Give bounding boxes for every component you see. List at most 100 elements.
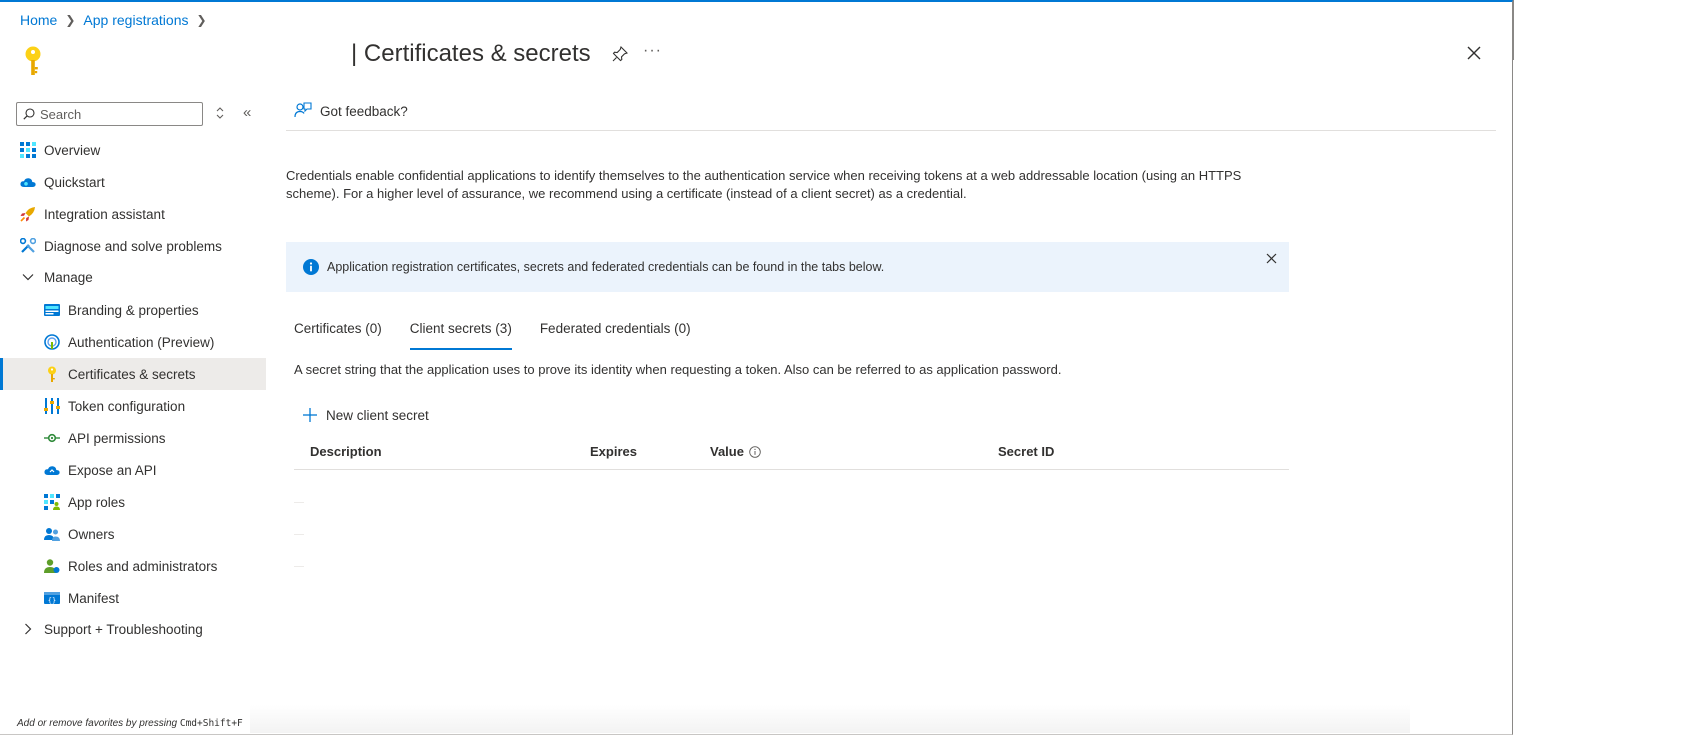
blade-edge	[1513, 0, 1514, 60]
column-header-description[interactable]: Description	[310, 444, 382, 459]
client-secrets-description: A secret string that the application use…	[294, 362, 1062, 377]
sidebar-item-label: Diagnose and solve problems	[44, 238, 222, 254]
credentials-description: Credentials enable confidential applicat…	[286, 168, 1242, 201]
sidebar-item-label: Certificates & secrets	[68, 366, 196, 382]
sidebar-item-diagnose[interactable]: Diagnose and solve problems	[0, 230, 266, 262]
sidebar-item-label: App roles	[68, 494, 126, 510]
close-icon[interactable]	[1266, 253, 1277, 264]
sidebar-item-owners[interactable]: Owners	[0, 518, 266, 550]
close-icon[interactable]	[1467, 46, 1481, 60]
feedback-icon	[294, 102, 312, 118]
roles-admin-icon	[44, 559, 60, 573]
page-title: | Certificates & secrets	[351, 40, 591, 67]
favorites-shortcut: Cmd+Shift+F	[179, 718, 243, 729]
sidebar-item-authentication[interactable]: Authentication (Preview)	[0, 326, 266, 358]
sidebar-item-label: Overview	[44, 142, 101, 158]
sidebar-item-quickstart[interactable]: Quickstart	[0, 166, 266, 198]
info-icon[interactable]	[749, 445, 761, 458]
plus-icon	[303, 408, 317, 422]
sidebar-item-label: API permissions	[68, 430, 166, 446]
app-roles-icon	[44, 494, 60, 510]
feedback-label: Got feedback?	[320, 103, 408, 119]
more-options-icon[interactable]: ···	[643, 42, 662, 60]
table-row	[294, 519, 1289, 551]
chevron-down-icon	[22, 274, 34, 281]
sidebar-group-manage[interactable]: Manage	[0, 261, 266, 293]
row-placeholder	[294, 502, 304, 503]
quickstart-cloud-icon	[20, 178, 36, 187]
chevron-right-icon	[25, 623, 32, 635]
search-input[interactable]	[40, 106, 190, 122]
breadcrumb: Home ❯ App registrations ❯	[20, 12, 207, 28]
breadcrumb-app-registrations[interactable]: App registrations	[83, 12, 188, 28]
column-header-value[interactable]: Value	[710, 444, 761, 459]
sidebar-item-manifest[interactable]: {} Manifest	[0, 582, 266, 614]
footer-shade	[250, 705, 1410, 733]
tab-certificates[interactable]: Certificates (0)	[294, 321, 382, 349]
sidebar-item-branding[interactable]: Branding & properties	[0, 294, 266, 326]
tab-federated-credentials[interactable]: Federated credentials (0)	[540, 321, 691, 349]
expose-api-cloud-icon	[44, 466, 60, 475]
column-header-label: Value	[710, 444, 744, 459]
column-header-secret-id[interactable]: Secret ID	[998, 444, 1054, 459]
column-header-label: Expires	[590, 444, 637, 459]
sidebar-item-certificates-secrets[interactable]: Certificates & secrets	[0, 358, 266, 390]
manifest-icon: {}	[44, 592, 60, 605]
sidebar-item-label: Integration assistant	[44, 206, 165, 222]
info-message-bar: Application registration certificates, s…	[286, 242, 1289, 292]
key-icon	[25, 46, 41, 75]
collapse-sidebar-icon[interactable]: «	[243, 104, 251, 121]
svg-text:{}: {}	[48, 597, 56, 605]
sidebar-item-token-configuration[interactable]: Token configuration	[0, 390, 266, 422]
authentication-icon	[44, 334, 60, 350]
favorites-hint: Add or remove favorites by pressing Cmd+…	[17, 718, 243, 729]
column-header-label: Description	[310, 444, 382, 459]
rocket-icon	[20, 207, 35, 222]
info-icon	[303, 259, 319, 275]
owners-icon	[44, 528, 60, 541]
breadcrumb-home[interactable]: Home	[20, 12, 57, 28]
sidebar-item-api-permissions[interactable]: API permissions	[0, 422, 266, 454]
active-indicator	[0, 358, 3, 390]
wrench-icon	[20, 238, 36, 253]
feedback-button[interactable]: Got feedback?	[294, 102, 408, 120]
branding-icon	[44, 304, 60, 316]
sidebar-item-integration-assistant[interactable]: Integration assistant	[0, 198, 266, 230]
command-bar: Got feedback?	[286, 100, 1496, 131]
info-message-text: Application registration certificates, s…	[327, 260, 885, 274]
sidebar-item-label: Support + Troubleshooting	[44, 621, 203, 637]
sidebar-item-expose-api[interactable]: Expose an API	[0, 454, 266, 486]
sidebar-item-label: Token configuration	[68, 398, 186, 414]
sidebar-group-support[interactable]: Support + Troubleshooting	[0, 613, 266, 645]
sidebar-item-label: Manage	[44, 269, 93, 285]
sidebar-item-label: Quickstart	[44, 174, 105, 190]
chevron-right-icon: ❯	[65, 13, 76, 27]
pin-icon[interactable]	[612, 46, 628, 62]
tab-client-secrets[interactable]: Client secrets (3)	[409, 321, 512, 350]
favorites-hint-text: Add or remove favorites by pressing	[17, 718, 180, 729]
sidebar-item-label: Expose an API	[68, 462, 157, 478]
sidebar-item-label: Manifest	[68, 590, 120, 606]
column-header-label: Secret ID	[998, 444, 1055, 459]
sidebar-item-label: Branding & properties	[68, 302, 199, 318]
row-placeholder	[294, 534, 304, 535]
sort-icon[interactable]	[215, 106, 225, 120]
overview-grid-icon	[20, 142, 36, 158]
column-header-expires[interactable]: Expires	[590, 444, 637, 459]
sidebar-item-label: Roles and administrators	[68, 558, 218, 574]
sidebar-item-app-roles[interactable]: App roles	[0, 486, 266, 518]
search-icon	[23, 108, 35, 120]
sidebar-search[interactable]	[16, 102, 203, 126]
api-permissions-icon	[44, 433, 60, 443]
credential-tabs: Certificates (0) Client secrets (3) Fede…	[294, 321, 719, 350]
new-client-secret-label: New client secret	[326, 407, 429, 423]
key-icon	[48, 366, 56, 382]
table-row	[294, 551, 1289, 583]
sidebar-item-overview[interactable]: Overview	[0, 134, 266, 166]
new-client-secret-button[interactable]: New client secret	[302, 407, 429, 423]
chevron-right-icon: ❯	[196, 13, 207, 27]
sidebar-item-label: Owners	[68, 526, 115, 542]
sidebar-item-label: Authentication (Preview)	[68, 334, 215, 350]
sidebar-item-roles-administrators[interactable]: Roles and administrators	[0, 550, 266, 582]
table-row	[294, 487, 1289, 519]
